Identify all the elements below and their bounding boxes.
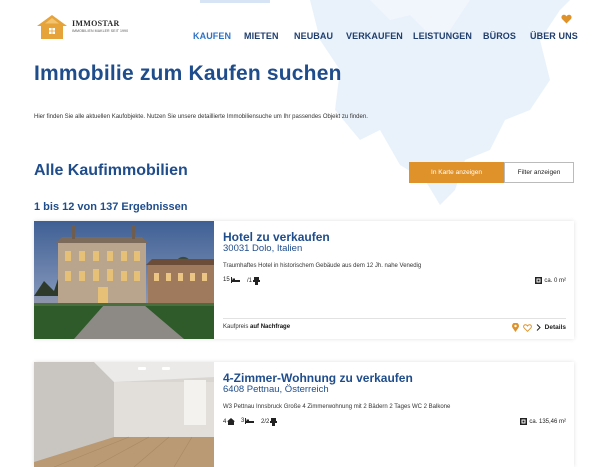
intro-text: Hier finden Sie alle aktuellen Kaufobjek… [34,114,368,120]
bedrooms-count: 3 [241,418,245,424]
listing-photo[interactable] [34,221,214,339]
page-title: Immobilie zum Kaufen suchen [34,62,342,85]
bathrooms-count: /1 [247,278,253,284]
main-nav: KAUFEN MIETEN NEUBAU VERKAUFEN LEISTUNGE… [0,31,599,43]
listing-description: Traumhaftes Hotel in historischem Gebäud… [223,263,422,269]
rooms-icon [227,418,236,425]
bedrooms-count: 15 [223,277,230,283]
section-title: Alle Kaufimmobilien [34,162,188,179]
area-feature: ca. 0 m² [535,277,566,284]
listing-location: 30031 Dolo, Italien [223,243,303,254]
nav-item-ueber-uns[interactable]: ÜBER UNS [530,31,578,41]
price-value: auf Nachfrage [250,324,291,330]
listing-photo[interactable] [34,362,214,467]
listing-card[interactable]: Hotel zu verkaufen 30031 Dolo, Italien T… [34,221,574,339]
nav-item-leistungen[interactable]: LEISTUNGEN [413,31,472,41]
price-info: Kaufpreis auf Nachfrage [223,324,290,330]
price-label: Kaufpreis [223,324,249,330]
area-icon [535,277,543,284]
favorite-heart-icon[interactable] [522,323,532,332]
logo-name: IMMOSTAR [72,19,120,29]
chevron-right-icon [536,324,541,331]
bathrooms-feature: 2/2 [261,418,278,426]
site-header: IMMOSTAR IMMOBILIEN MAKLER SEIT 1990 KAU… [0,0,599,50]
result-count: 1 bis 12 von 137 Ergebnissen [34,201,188,213]
listing-location: 6408 Pettnau, Österreich [223,384,329,395]
area-value: ca. 0 m² [544,277,566,284]
bed-icon [245,418,255,424]
bathrooms-feature: /1 [247,277,261,285]
listing-body: 4-Zimmer-Wohnung zu verkaufen 6408 Pettn… [223,362,566,467]
area-feature: ca. 135,46 m² [520,418,566,425]
listing-description: W3 Pettnau Innsbruck Große 4 Zimmerwohnu… [223,404,451,410]
listing-actions: Details [511,323,566,332]
bathroom-icon [270,418,278,426]
bathrooms-count: 2/2 [261,419,270,425]
listing-title[interactable]: 4-Zimmer-Wohnung zu verkaufen [223,371,413,385]
show-on-map-button[interactable]: In Karte anzeigen [409,162,504,183]
bed-icon [230,277,240,283]
listing-card[interactable]: 4-Zimmer-Wohnung zu verkaufen 6408 Pettn… [34,362,574,467]
details-link[interactable]: Details [545,324,566,331]
show-filter-button[interactable]: Filter anzeigen [504,162,574,183]
location-pin-icon[interactable] [511,323,519,332]
area-value: ca. 135,46 m² [529,418,566,425]
nav-item-kaufen[interactable]: KAUFEN [193,31,231,41]
heart-icon[interactable] [561,14,572,24]
listing-title[interactable]: Hotel zu verkaufen [223,230,330,244]
rooms-count: 4 [223,418,227,425]
bathroom-icon [253,277,261,285]
nav-item-bueros[interactable]: BÜROS [483,31,516,41]
nav-item-mieten[interactable]: MIETEN [244,31,279,41]
nav-item-verkaufen[interactable]: VERKAUFEN [346,31,403,41]
listing-body: Hotel zu verkaufen 30031 Dolo, Italien T… [223,221,566,339]
bedrooms-feature: 3 [241,418,255,424]
area-icon [520,418,528,425]
rooms-feature: 4 [223,418,236,425]
bedrooms-feature: 15 [223,277,241,283]
nav-item-neubau[interactable]: NEUBAU [294,31,333,41]
card-divider [223,318,566,319]
